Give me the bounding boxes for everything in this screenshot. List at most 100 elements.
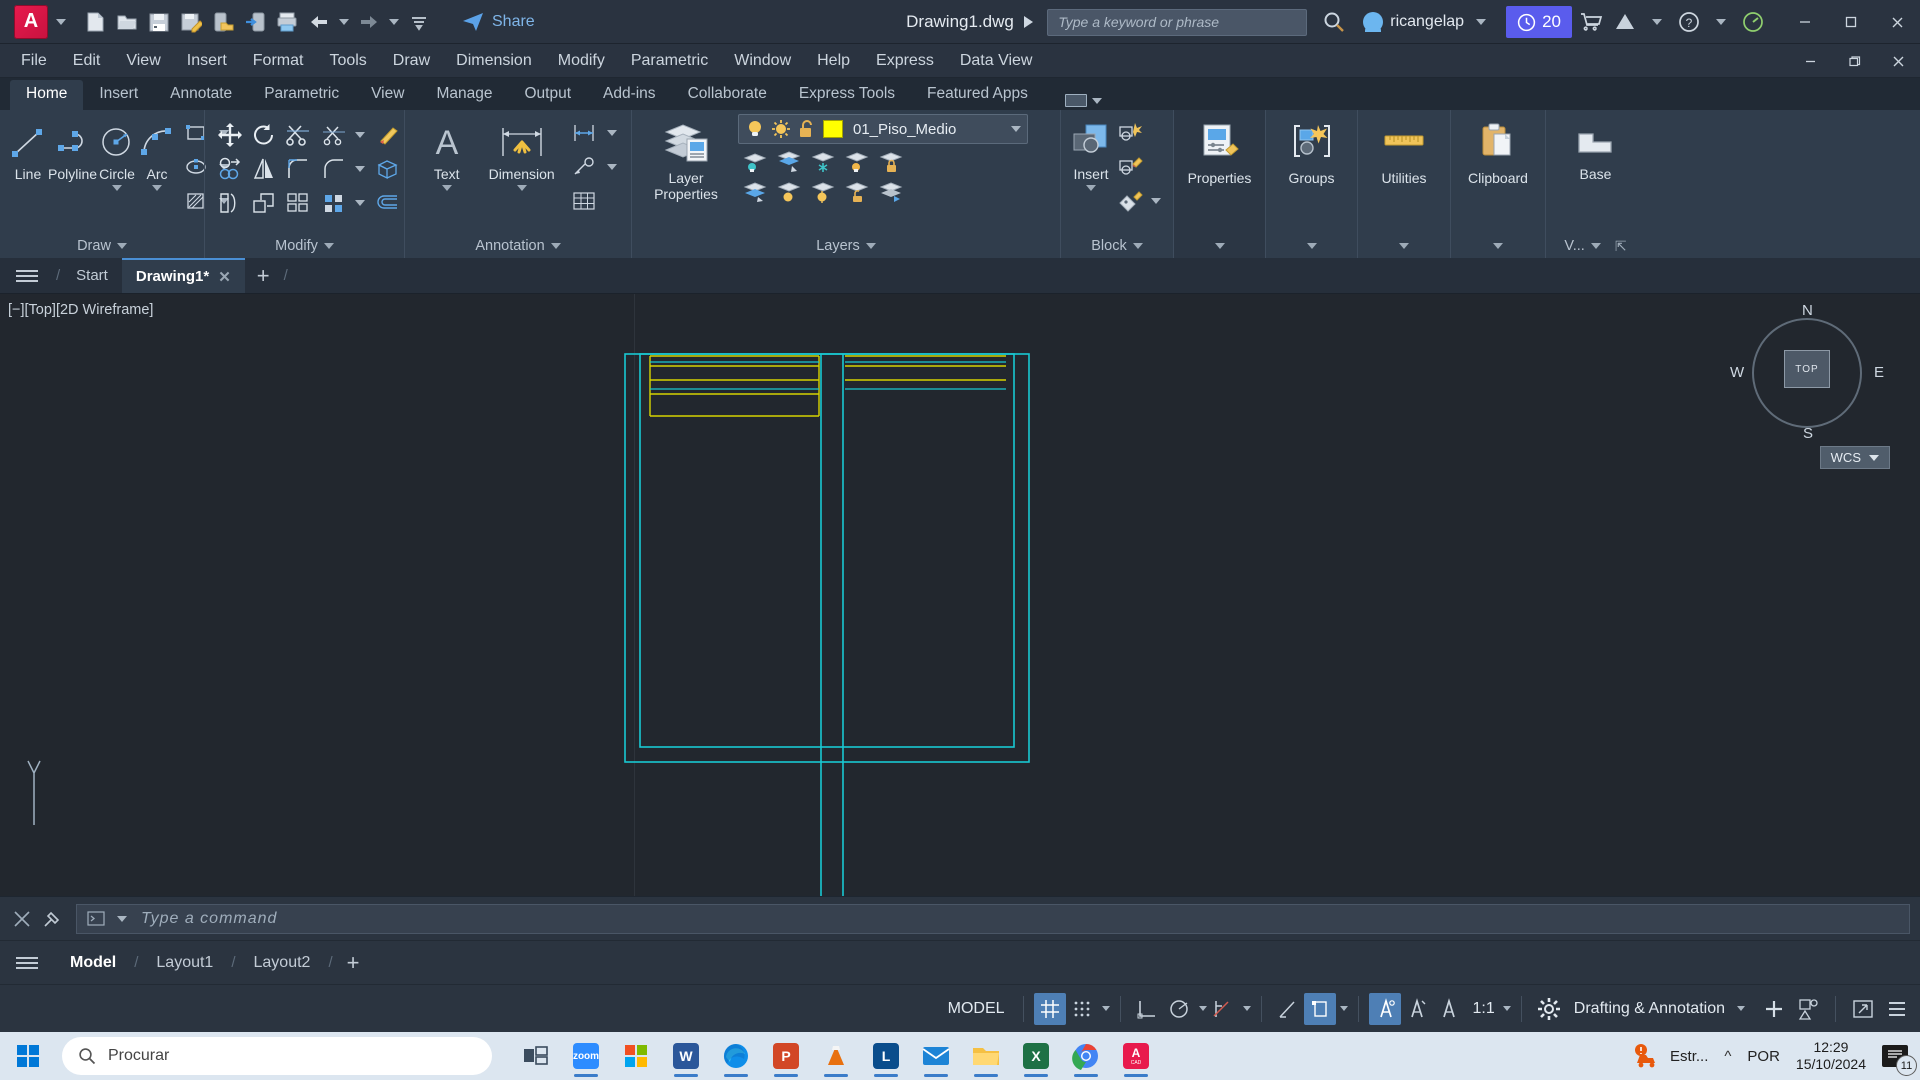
panel-groups-chevron-icon[interactable] xyxy=(1306,243,1317,249)
view-cube-west-label[interactable]: W xyxy=(1730,364,1744,381)
application-menu-button[interactable] xyxy=(0,258,54,293)
customize-icon[interactable] xyxy=(404,7,434,37)
fillet-round-icon[interactable] xyxy=(317,152,351,186)
customization-menu-icon[interactable] xyxy=(1880,993,1914,1025)
panel-clipboard-chevron-icon[interactable] xyxy=(1493,243,1503,249)
fullscreen-icon[interactable] xyxy=(1846,993,1880,1025)
scissors-icon[interactable] xyxy=(317,118,351,152)
panel-utilities-chevron-icon[interactable] xyxy=(1399,243,1409,249)
ducs-settings-chevron-icon[interactable] xyxy=(1339,1006,1348,1011)
file-tab-close-icon[interactable]: ✕ xyxy=(218,268,231,286)
layer-properties-button[interactable]: Layer Properties xyxy=(640,114,732,202)
workspace-gear-icon[interactable] xyxy=(1532,993,1566,1025)
wcs-selector[interactable]: WCS xyxy=(1819,446,1890,469)
tab-parametric[interactable]: Parametric xyxy=(248,80,355,110)
ortho-mode-toggle[interactable] xyxy=(1131,993,1163,1025)
snap-mode-toggle[interactable] xyxy=(1066,993,1098,1025)
tray-expand-icon[interactable]: ^ xyxy=(1724,1048,1731,1065)
layer-off-icon[interactable] xyxy=(840,147,874,177)
close-button[interactable] xyxy=(1874,0,1920,44)
array-rect-icon[interactable] xyxy=(317,186,351,220)
object-snap-toggle[interactable] xyxy=(1207,993,1239,1025)
trim-icon[interactable] xyxy=(281,118,315,152)
layout-tab-layout1[interactable]: Layout1 xyxy=(140,948,229,978)
cart-icon[interactable] xyxy=(1576,7,1606,37)
view-cube-north-label[interactable]: N xyxy=(1802,302,1813,319)
layer-previous-icon[interactable] xyxy=(874,177,908,207)
plot-icon[interactable] xyxy=(272,7,302,37)
stretch-icon[interactable] xyxy=(213,186,247,220)
linear-dimension-icon[interactable] xyxy=(567,116,601,150)
performance-icon[interactable] xyxy=(1738,7,1768,37)
tab-insert[interactable]: Insert xyxy=(83,80,154,110)
dynamic-ucs-toggle[interactable] xyxy=(1303,992,1336,1025)
clock[interactable]: 12:29 15/10/2024 xyxy=(1796,1039,1866,1074)
open-file-icon[interactable] xyxy=(112,7,142,37)
layer-on-icon[interactable] xyxy=(772,177,806,207)
notification-center-button[interactable]: 11 xyxy=(1882,1045,1917,1076)
new-file-tab-button[interactable]: + xyxy=(245,258,282,293)
save-icon[interactable] xyxy=(144,7,174,37)
help-search-input[interactable]: Type a keyword or phrase xyxy=(1047,8,1308,36)
properties-button[interactable]: Properties xyxy=(1182,116,1257,186)
leader-icon[interactable] xyxy=(567,150,601,184)
view-cube[interactable]: TOP N S E W xyxy=(1730,302,1884,442)
file-tab-drawing1[interactable]: Drawing1* ✕ xyxy=(121,258,245,293)
hardware-accel-icon[interactable] xyxy=(1791,993,1825,1025)
doc-restore-button[interactable] xyxy=(1832,44,1876,78)
store-app-icon[interactable] xyxy=(614,1034,658,1078)
help-icon[interactable]: ? xyxy=(1674,7,1704,37)
lastpass-app-icon[interactable]: L xyxy=(864,1034,908,1078)
autodesk-chevron-icon[interactable] xyxy=(1652,19,1662,25)
new-layout-button[interactable]: + xyxy=(335,950,372,976)
tab-collaborate[interactable]: Collaborate xyxy=(672,80,783,110)
annotation-scale-toggle[interactable] xyxy=(1433,993,1465,1025)
line-button[interactable]: Line xyxy=(8,116,48,182)
panel-annotation-chevron-icon[interactable] xyxy=(550,243,561,249)
table-icon[interactable] xyxy=(567,184,601,218)
layer-combo-chevron-icon[interactable] xyxy=(1011,126,1021,132)
edit-attribute-icon[interactable] xyxy=(1113,184,1147,218)
layer-match-icon[interactable] xyxy=(738,177,772,207)
scale-chevron-icon[interactable] xyxy=(1502,1006,1511,1011)
zoom-app-icon[interactable]: zoom xyxy=(564,1034,608,1078)
save-as-icon[interactable] xyxy=(176,7,206,37)
linear-dimension-dropdown-icon[interactable] xyxy=(607,130,617,136)
circle-button[interactable]: Circle xyxy=(97,116,137,192)
clipboard-button[interactable]: Clipboard xyxy=(1459,116,1537,186)
insert-block-dropdown-icon[interactable] xyxy=(1086,185,1096,192)
search-expand-icon[interactable] xyxy=(1024,16,1034,28)
redo-chevron-icon[interactable] xyxy=(389,18,399,25)
rotate-icon[interactable] xyxy=(247,118,281,152)
dimension-dropdown-icon[interactable] xyxy=(516,185,527,192)
open-from-web-icon[interactable] xyxy=(208,7,238,37)
menu-data-view[interactable]: Data View xyxy=(947,48,1046,74)
tray-notice[interactable]: Estr... xyxy=(1632,1043,1708,1069)
grid-display-toggle[interactable] xyxy=(1033,992,1066,1025)
menu-tools[interactable]: Tools xyxy=(316,48,379,74)
new-file-icon[interactable] xyxy=(80,7,110,37)
tab-manage[interactable]: Manage xyxy=(420,80,508,110)
layout-tab-layout2[interactable]: Layout2 xyxy=(238,948,327,978)
menu-express[interactable]: Express xyxy=(863,48,947,74)
command-history-chevron-icon[interactable] xyxy=(117,915,127,922)
scale-icon[interactable] xyxy=(247,186,281,220)
vlc-app-icon[interactable] xyxy=(814,1034,858,1078)
layer-lock-icon[interactable] xyxy=(874,147,908,177)
layer-thaw-icon[interactable] xyxy=(806,177,840,207)
layer-freeze-icon[interactable] xyxy=(806,147,840,177)
undo-icon[interactable] xyxy=(304,7,334,37)
ribbon-expand-arrow-icon[interactable]: ⇱ xyxy=(1615,238,1627,255)
polyline-button[interactable]: Polyline xyxy=(48,116,97,182)
fillet-dropdown-icon[interactable] xyxy=(355,166,365,172)
add-status-item-icon[interactable] xyxy=(1757,993,1791,1025)
command-customize-icon[interactable] xyxy=(42,908,64,930)
search-icon[interactable] xyxy=(1319,7,1349,37)
menu-edit[interactable]: Edit xyxy=(60,48,114,74)
layout-menu-button[interactable] xyxy=(0,956,54,969)
menu-insert[interactable]: Insert xyxy=(174,48,240,74)
tab-home[interactable]: Home xyxy=(10,80,84,110)
user-menu-chevron-icon[interactable] xyxy=(1476,19,1487,25)
object-snap-tracking-toggle[interactable] xyxy=(1272,993,1304,1025)
tab-output[interactable]: Output xyxy=(508,80,587,110)
